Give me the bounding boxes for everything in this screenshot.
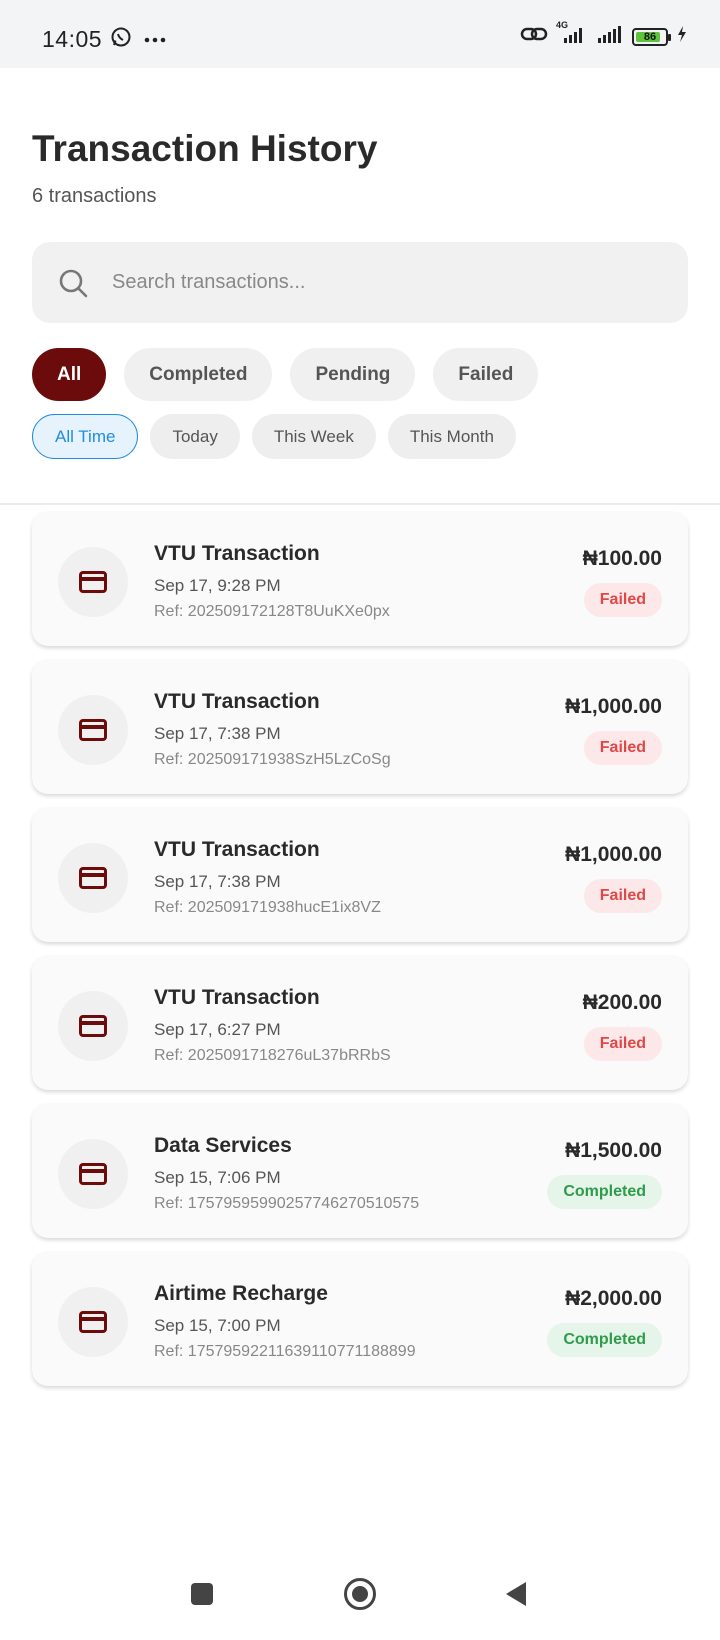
- transaction-date: Sep 17, 9:28 PM: [154, 576, 281, 595]
- filter-this-month[interactable]: This Month: [387, 414, 516, 459]
- transaction-date: Sep 17, 6:27 PM: [154, 1020, 281, 1039]
- transaction-amount: ₦2,000.00: [565, 1287, 662, 1310]
- status-right: 4G 86: [520, 20, 688, 49]
- filter-this-week[interactable]: This Week: [251, 414, 376, 459]
- filter-failed[interactable]: Failed: [433, 348, 539, 401]
- transaction-amount: ₦100.00: [582, 547, 662, 570]
- divider: [0, 503, 720, 505]
- link-icon: [520, 24, 548, 49]
- transaction-title: VTU Transaction: [154, 690, 320, 713]
- transaction-ref: Ref: 17579595990257746270510575: [154, 1195, 420, 1212]
- status-badge: Failed: [583, 583, 662, 617]
- transaction-ref: Ref: 17579592211639110771188899: [154, 1343, 416, 1360]
- transaction-card[interactable]: VTU Transaction Sep 17, 7:38 PM Ref: 202…: [32, 660, 688, 794]
- transaction-list: VTU Transaction Sep 17, 9:28 PM Ref: 202…: [32, 512, 688, 1400]
- filter-all[interactable]: All: [32, 348, 107, 401]
- home-circle-icon[interactable]: [340, 1574, 380, 1614]
- status-badge: Completed: [547, 1175, 662, 1209]
- transaction-card[interactable]: Airtime Recharge Sep 15, 7:00 PM Ref: 17…: [32, 1252, 688, 1386]
- transaction-date: Sep 15, 7:06 PM: [154, 1168, 281, 1187]
- battery-icon: 86: [632, 27, 671, 46]
- transaction-date: Sep 15, 7:00 PM: [154, 1316, 281, 1335]
- transaction-ref: Ref: 202509171938SzH5LzCoSg: [154, 751, 391, 768]
- transaction-date: Sep 17, 7:38 PM: [154, 724, 281, 743]
- status-badge: Failed: [583, 731, 662, 765]
- card-icon: [58, 1139, 128, 1209]
- transaction-title: VTU Transaction: [154, 542, 320, 565]
- card-icon: [58, 843, 128, 913]
- transaction-ref: Ref: 2025091718276uL37bRRbS: [154, 1047, 391, 1064]
- status-left-icons: [110, 26, 166, 53]
- transaction-date: Sep 17, 7:38 PM: [154, 872, 281, 891]
- search-input[interactable]: [112, 271, 632, 294]
- filter-pending[interactable]: Pending: [290, 348, 416, 401]
- status-badge: Failed: [583, 1027, 662, 1061]
- transaction-title: Airtime Recharge: [154, 1282, 328, 1305]
- filter-all-time[interactable]: All Time: [32, 414, 139, 459]
- signal-4g-icon: 4G: [556, 20, 588, 49]
- transaction-ref: Ref: 202509172128T8UuKXe0px: [154, 603, 390, 620]
- transaction-title: VTU Transaction: [154, 986, 320, 1009]
- status-badge: Failed: [583, 879, 662, 913]
- more-dots-icon: [144, 31, 166, 49]
- status-time: 14:05: [42, 26, 103, 52]
- card-icon: [58, 547, 128, 617]
- card-icon: [58, 991, 128, 1061]
- page-title: Transaction History: [32, 128, 378, 169]
- network-label: 4G: [556, 20, 569, 30]
- transaction-amount: ₦1,500.00: [565, 1139, 662, 1162]
- back-triangle-icon[interactable]: [496, 1574, 536, 1614]
- system-nav-bar: [0, 1560, 720, 1640]
- recents-square-icon[interactable]: [182, 1574, 222, 1614]
- search-icon: [58, 268, 88, 298]
- battery-level: 86: [643, 30, 657, 43]
- status-bar: 14:05 4G 86: [0, 0, 720, 68]
- signal-icon: [596, 24, 624, 49]
- transaction-card[interactable]: VTU Transaction Sep 17, 9:28 PM Ref: 202…: [32, 512, 688, 646]
- transaction-title: VTU Transaction: [154, 838, 320, 861]
- search-box[interactable]: [32, 242, 688, 323]
- filter-completed[interactable]: Completed: [124, 348, 273, 401]
- transaction-card[interactable]: VTU Transaction Sep 17, 7:38 PM Ref: 202…: [32, 808, 688, 942]
- transaction-title: Data Services: [154, 1134, 292, 1157]
- transaction-ref: Ref: 202509171938hucE1ix8VZ: [154, 899, 381, 916]
- transaction-amount: ₦200.00: [582, 991, 662, 1014]
- filter-today[interactable]: Today: [150, 414, 240, 459]
- transaction-card[interactable]: VTU Transaction Sep 17, 6:27 PM Ref: 202…: [32, 956, 688, 1090]
- transaction-card[interactable]: Data Services Sep 15, 7:06 PM Ref: 17579…: [32, 1104, 688, 1238]
- card-icon: [58, 1287, 128, 1357]
- transaction-amount: ₦1,000.00: [565, 843, 662, 866]
- whatsapp-icon: [110, 26, 132, 53]
- card-icon: [58, 695, 128, 765]
- time-filter-group: All Time Today This Week This Month: [32, 414, 516, 459]
- charging-icon: [676, 25, 688, 48]
- status-badge: Completed: [547, 1323, 662, 1357]
- transaction-count: 6 transactions: [32, 185, 157, 207]
- battery-tip: [668, 33, 671, 41]
- status-filter-group: All Completed Pending Failed: [32, 348, 539, 401]
- transaction-amount: ₦1,000.00: [565, 695, 662, 718]
